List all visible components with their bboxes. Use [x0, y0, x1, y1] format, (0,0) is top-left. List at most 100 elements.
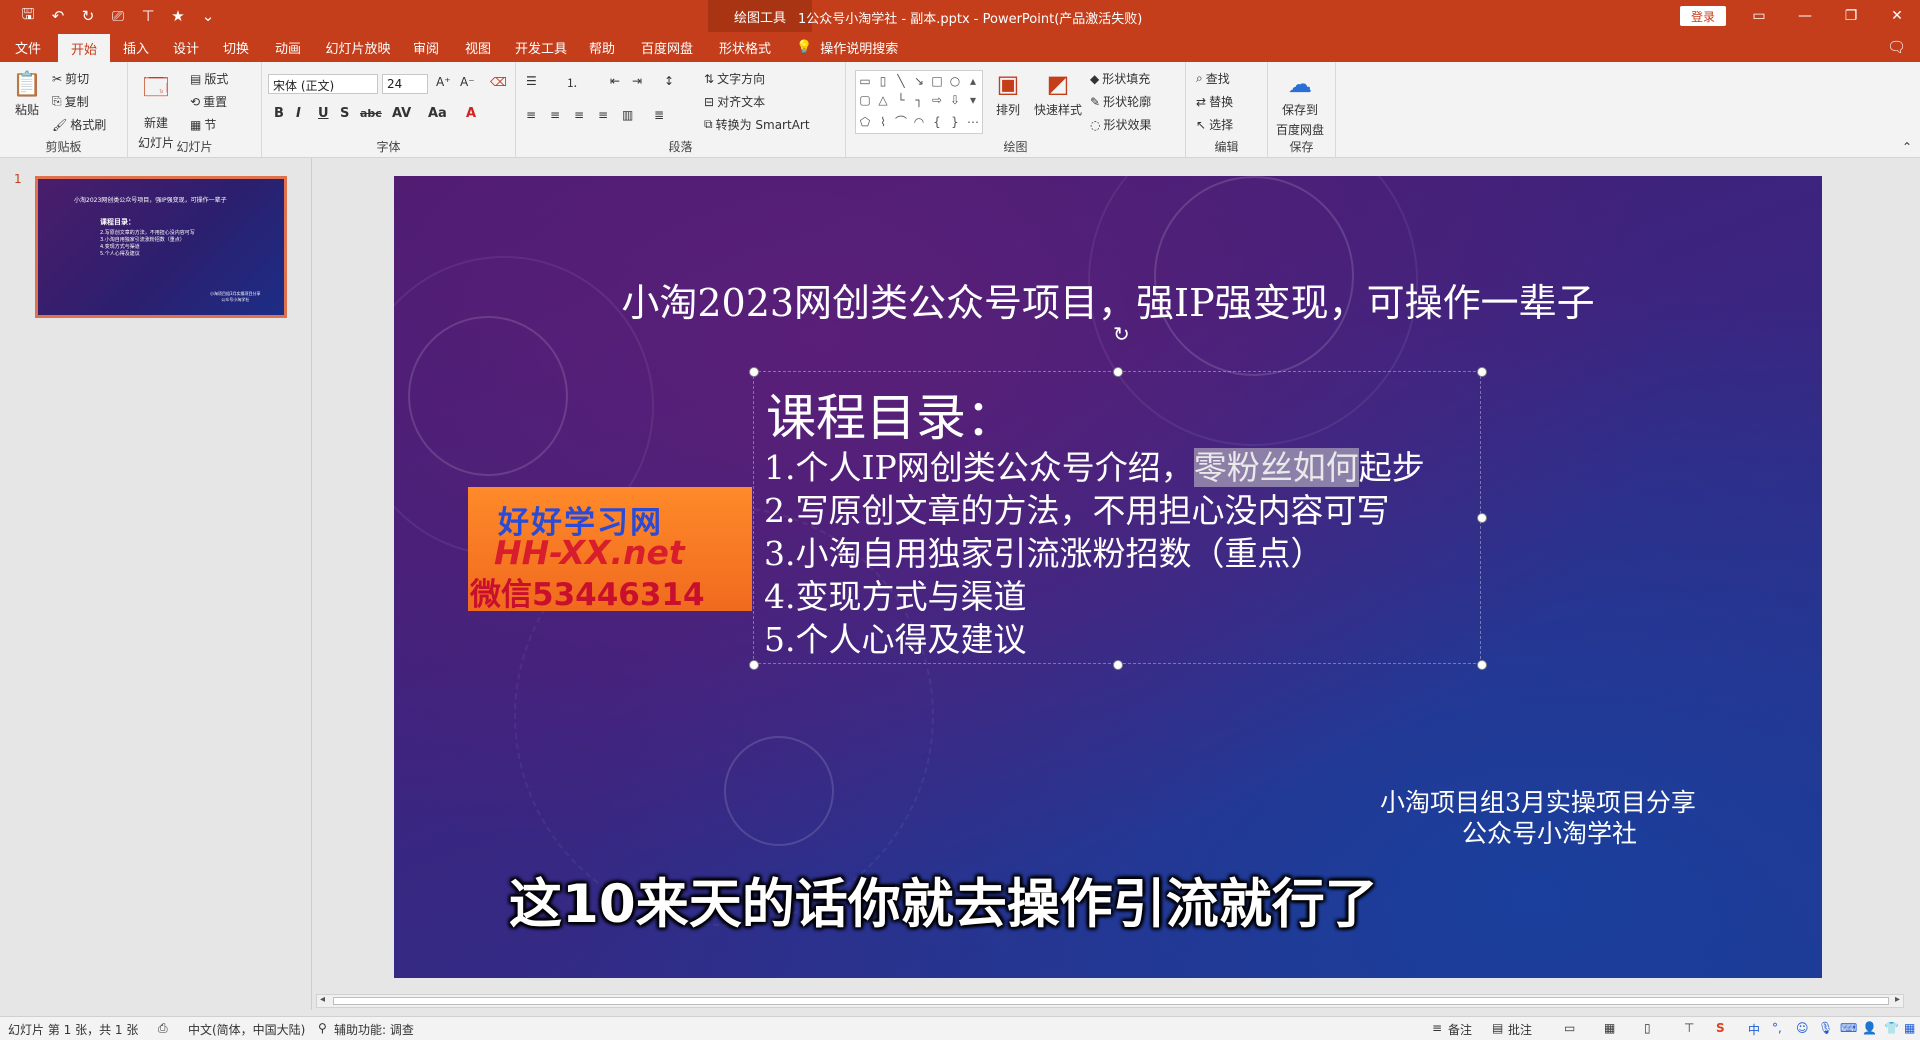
resize-handle[interactable]: [1477, 367, 1487, 377]
cut-button[interactable]: ✂ 剪切: [52, 70, 89, 87]
shape-fill-button[interactable]: ◆ 形状填充: [1090, 70, 1150, 87]
gallery-more-icon[interactable]: ⋯: [967, 115, 979, 129]
reading-view-icon[interactable]: ▯: [1644, 1021, 1651, 1035]
tab-baidu-netdisk[interactable]: 百度网盘: [634, 32, 700, 62]
slide-title[interactable]: 小淘2023网创类公众号项目，强IP强变现，可操作一辈子: [494, 272, 1722, 327]
collapse-ribbon-icon[interactable]: ⌃: [1902, 140, 1912, 154]
shadow-icon[interactable]: S: [340, 106, 349, 121]
normal-view-icon[interactable]: ▭: [1564, 1021, 1575, 1035]
tab-view[interactable]: 视图: [456, 32, 500, 62]
slideshow-view-icon[interactable]: ⊤: [1684, 1021, 1694, 1035]
justify-icon[interactable]: ≡: [598, 108, 608, 122]
resize-handle[interactable]: [749, 367, 759, 377]
strikethrough-icon[interactable]: abc: [360, 107, 382, 120]
resize-handle[interactable]: [1477, 660, 1487, 670]
resize-handle[interactable]: [1477, 513, 1487, 523]
line-spacing-icon[interactable]: ↕: [664, 74, 674, 88]
replace-button[interactable]: ⇄ 替换: [1196, 93, 1233, 110]
resize-handle[interactable]: [749, 660, 759, 670]
ime-user-icon[interactable]: 👤: [1862, 1021, 1877, 1035]
gallery-up-icon[interactable]: ▴: [970, 74, 976, 88]
italic-icon[interactable]: I: [296, 106, 301, 121]
rotate-handle-icon[interactable]: ↻: [1113, 322, 1130, 346]
align-left-icon[interactable]: ≡: [526, 108, 536, 122]
columns-icon[interactable]: ▥: [622, 108, 633, 122]
star-icon[interactable]: ★: [166, 5, 190, 27]
align-center-icon[interactable]: ≡: [550, 108, 560, 122]
minimize-icon[interactable]: —: [1782, 0, 1828, 32]
selected-textbox[interactable]: 课程目录： 1.个人IP网创类公众号介绍，零粉丝如何起步 2.写原创文章的方法，…: [749, 367, 1487, 670]
clear-format-icon[interactable]: ⌫: [490, 75, 507, 89]
resize-handle[interactable]: [1113, 367, 1123, 377]
present-icon[interactable]: ⊤: [136, 5, 160, 27]
ime-mic-icon[interactable]: 🎙: [1818, 1021, 1833, 1035]
pentagon-shape-icon[interactable]: ⬠: [860, 115, 870, 129]
redo-icon[interactable]: ↻: [76, 5, 100, 27]
arc-shape-icon[interactable]: ◠: [914, 115, 924, 129]
grow-font-icon[interactable]: A⁺: [436, 75, 451, 89]
close-icon[interactable]: ✕: [1874, 0, 1920, 32]
smartart-button[interactable]: ⧉ 转换为 SmartArt: [704, 116, 810, 133]
save-icon[interactable]: 🖫: [16, 5, 40, 27]
shrink-font-icon[interactable]: A⁻: [460, 75, 475, 89]
customize-qat-icon[interactable]: ⌄: [196, 5, 220, 27]
tab-home[interactable]: 开始: [58, 34, 110, 62]
credit-line-2[interactable]: 公众号小淘学社: [1462, 814, 1637, 850]
comment-icon[interactable]: 🗨: [1887, 38, 1906, 56]
select-button[interactable]: ↖ 选择: [1196, 116, 1233, 133]
spelling-icon[interactable]: ⎙: [158, 1021, 168, 1036]
tab-developer[interactable]: 开发工具: [508, 32, 574, 62]
undo-icon[interactable]: ↶: [46, 5, 70, 27]
tab-review[interactable]: 审阅: [404, 32, 448, 62]
arrange-button[interactable]: ▣ 排列: [996, 70, 1020, 118]
tab-help[interactable]: 帮助: [580, 32, 624, 62]
language-indicator[interactable]: 中文(简体，中国大陆): [188, 1021, 305, 1038]
reset-button[interactable]: ⟲ 重置: [190, 93, 227, 110]
down-arrow-shape-icon[interactable]: ⇩: [950, 93, 960, 107]
slide-sorter-icon[interactable]: ▦: [1604, 1021, 1615, 1035]
tab-shape-format[interactable]: 形状格式: [712, 32, 778, 62]
text-direction-button[interactable]: ⇅ 文字方向: [704, 70, 765, 87]
tab-file[interactable]: 文件: [8, 32, 48, 62]
font-color-icon[interactable]: A: [466, 106, 476, 121]
ime-keyboard-icon[interactable]: ⌨: [1840, 1021, 1857, 1035]
elbow-shape-icon[interactable]: └: [897, 93, 904, 107]
brace-right-shape-icon[interactable]: }: [951, 115, 959, 129]
bullets-icon[interactable]: ☰: [526, 74, 537, 88]
ime-chinese-icon[interactable]: 中: [1748, 1021, 1760, 1038]
shapes-gallery[interactable]: ▭ ▯ ╲ ↘ □ ○ ▴ ▢ △ └ ┐ ⇨ ⇩ ▾ ⬠ ⌇ ⌒ ◠ {} ⋯: [855, 70, 983, 134]
increase-indent-icon[interactable]: ⇥: [632, 74, 642, 88]
brace-left-shape-icon[interactable]: {: [933, 115, 941, 129]
ribbon-display-icon[interactable]: ▭: [1736, 0, 1782, 32]
tab-design[interactable]: 设计: [164, 32, 208, 62]
font-name-select[interactable]: 宋体 (正文): [268, 74, 378, 94]
from-beginning-icon[interactable]: ⎚: [106, 5, 130, 27]
layout-button[interactable]: ▤ 版式: [190, 70, 228, 87]
resize-handle[interactable]: [1113, 660, 1123, 670]
accessibility-status[interactable]: 辅助功能: 调查: [334, 1021, 414, 1038]
comments-button[interactable]: 批注: [1508, 1021, 1532, 1038]
slide-thumbnail[interactable]: 小淘2023网创类公众号项目，强IP强变现，可操作一辈子 课程目录： 2.写原创…: [35, 176, 287, 318]
scroll-left-icon[interactable]: ◂: [320, 994, 325, 1005]
ime-punct-icon[interactable]: °,: [1772, 1021, 1782, 1035]
tab-insert[interactable]: 插入: [114, 32, 158, 62]
tab-animations[interactable]: 动画: [266, 32, 310, 62]
ime-logo-icon[interactable]: S: [1716, 1021, 1725, 1035]
tell-me-search[interactable]: 💡 操作说明搜索: [796, 38, 898, 57]
gallery-down-icon[interactable]: ▾: [970, 93, 976, 107]
paste-button[interactable]: 📋 粘贴: [12, 70, 42, 118]
numbering-icon[interactable]: ⒈: [566, 74, 578, 91]
underline-icon[interactable]: U: [318, 106, 329, 121]
right-arrow-shape-icon[interactable]: ⇨: [932, 93, 942, 107]
char-spacing-icon[interactable]: AV: [392, 106, 411, 121]
arrow-line-shape-icon[interactable]: ↘: [914, 74, 924, 88]
notes-button[interactable]: 备注: [1448, 1021, 1472, 1038]
elbow2-shape-icon[interactable]: ┐: [915, 93, 922, 107]
change-case-icon[interactable]: Aa: [428, 106, 447, 121]
shape-effects-button[interactable]: ◌ 形状效果: [1090, 116, 1152, 133]
align-right-icon[interactable]: ≡: [574, 108, 584, 122]
ime-menu-icon[interactable]: ▦: [1904, 1021, 1915, 1035]
line-shape-icon[interactable]: ╲: [897, 74, 904, 88]
section-button[interactable]: ▦ 节: [190, 116, 216, 133]
roundrect-shape-icon[interactable]: ▢: [859, 93, 870, 107]
